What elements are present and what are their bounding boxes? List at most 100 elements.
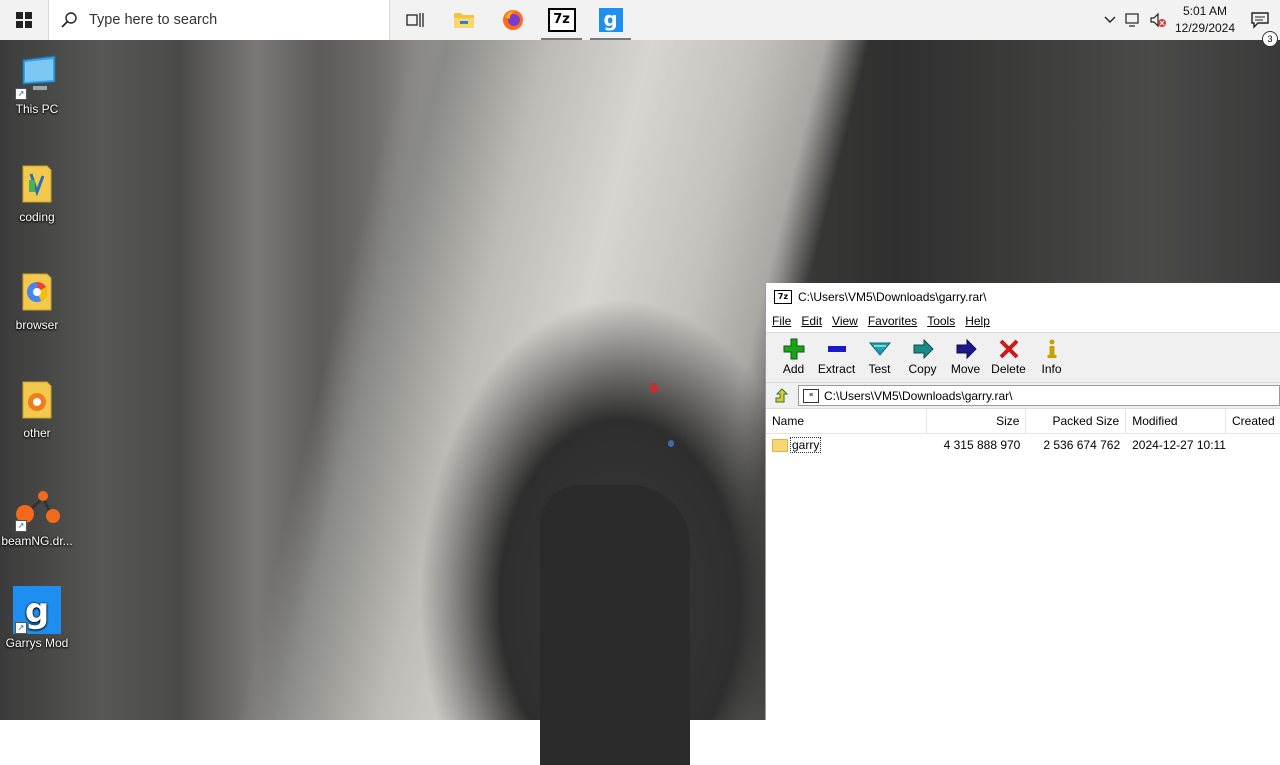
shortcut-arrow-icon: ↗ xyxy=(15,88,27,100)
test-icon xyxy=(868,337,891,361)
menu-edit[interactable]: Edit xyxy=(801,314,822,328)
shortcut-arrow-icon: ↗ xyxy=(15,622,27,634)
clock[interactable]: 5:01 AM 12/29/2024 xyxy=(1170,3,1240,37)
file-created xyxy=(1226,434,1280,456)
add-label: Add xyxy=(782,362,805,376)
system-tray: 5:01 AM 12/29/2024 3 xyxy=(1098,0,1280,47)
info-button[interactable]: Info xyxy=(1030,333,1073,376)
computer-icon: ↗ xyxy=(13,52,61,100)
task-view-icon xyxy=(405,13,424,27)
notification-icon xyxy=(1251,12,1269,29)
clock-date: 12/29/2024 xyxy=(1174,21,1236,35)
wallpaper-climber xyxy=(668,440,674,447)
folder-icon xyxy=(13,376,61,424)
notification-badge: 3 xyxy=(1262,31,1278,47)
desktop-icon-coding[interactable]: coding xyxy=(0,160,74,224)
desktop-icon-beamng[interactable]: ↗ beamNG.dr... xyxy=(0,484,74,548)
taskbar-7zip[interactable]: 7z xyxy=(537,0,586,40)
7zip-icon-text: 7z xyxy=(553,12,570,27)
7zip-window: 7z C:\Users\VM5\Downloads\garry.rar\ Fil… xyxy=(765,283,1280,720)
desktop-icon-this-pc[interactable]: ↗ This PC xyxy=(0,52,74,116)
add-button[interactable]: Add xyxy=(772,333,815,376)
move-icon xyxy=(955,337,977,361)
chevron-up-icon xyxy=(1104,16,1116,23)
up-arrow-icon xyxy=(775,387,789,402)
folder-icon xyxy=(13,160,61,208)
gmod-icon-text: g xyxy=(603,7,618,31)
column-packed-size[interactable]: Packed Size xyxy=(1026,409,1127,433)
desktop-icon-label: coding xyxy=(19,210,55,224)
search-placeholder: Type here to search xyxy=(89,12,218,28)
window-titlebar[interactable]: 7z C:\Users\VM5\Downloads\garry.rar\ xyxy=(766,283,1280,310)
column-modified[interactable]: Modified xyxy=(1126,409,1226,433)
info-icon xyxy=(1041,337,1063,361)
test-button[interactable]: Test xyxy=(858,333,901,376)
menu-help[interactable]: Help xyxy=(965,314,990,328)
window-title: C:\Users\VM5\Downloads\garry.rar\ xyxy=(798,289,987,304)
desktop-icon-label: browser xyxy=(15,318,59,332)
delete-button[interactable]: Delete xyxy=(987,333,1030,376)
menu-view[interactable]: View xyxy=(832,314,858,328)
file-size: 4 315 888 970 xyxy=(943,438,1021,452)
windows-icon xyxy=(16,12,32,28)
up-folder-button[interactable] xyxy=(766,387,798,404)
taskbar: Type here to search 7z g 5:01 AM 12/29/2… xyxy=(0,0,1280,47)
7zip-icon: 7z xyxy=(547,8,576,32)
desktop-icon-browser[interactable]: browser xyxy=(0,268,74,332)
file-list-header: Name Size Packed Size Modified Created xyxy=(766,409,1280,434)
desktop-icon-other[interactable]: other xyxy=(0,376,74,440)
gmod-icon: g ↗ xyxy=(13,586,61,634)
taskbar-search-box[interactable]: Type here to search xyxy=(48,0,390,40)
menu-tools[interactable]: Tools xyxy=(927,314,955,328)
7zip-logo-icon: 7z xyxy=(774,289,792,304)
copy-icon xyxy=(912,337,934,361)
wallpaper-climber xyxy=(650,383,658,393)
gmod-icon: g xyxy=(598,7,623,32)
column-name[interactable]: Name xyxy=(766,409,927,433)
wallpaper-rock xyxy=(540,485,690,765)
column-size[interactable]: Size xyxy=(927,409,1027,433)
desktop-icon-label: Garrys Mod xyxy=(5,636,69,650)
network-icon xyxy=(1125,13,1139,27)
folder-icon xyxy=(13,268,61,316)
menu-favorites[interactable]: Favorites xyxy=(868,314,917,328)
show-hidden-icons-button[interactable] xyxy=(1098,0,1122,40)
file-row[interactable]: garry 4 315 888 970 2 536 674 762 2024-1… xyxy=(766,434,1280,456)
menu-bar: File Edit View Favorites Tools Help xyxy=(766,310,1280,332)
add-icon xyxy=(783,337,805,361)
move-label: Move xyxy=(950,362,981,376)
file-explorer-icon xyxy=(453,13,474,28)
desktop-icon-garrys-mod[interactable]: g ↗ Garrys Mod xyxy=(0,586,74,650)
beamng-icon: ↗ xyxy=(13,484,61,532)
file-name: garry xyxy=(790,437,822,453)
network-button[interactable] xyxy=(1122,0,1146,40)
info-label: Info xyxy=(1041,362,1062,376)
address-row: ≡ C:\Users\VM5\Downloads\garry.rar\ xyxy=(766,383,1280,409)
taskbar-firefox[interactable] xyxy=(488,0,537,40)
extract-button[interactable]: Extract xyxy=(815,333,858,376)
clock-time: 5:01 AM xyxy=(1182,4,1228,18)
delete-icon xyxy=(998,337,1020,361)
firefox-icon xyxy=(502,10,523,30)
svg-text:g: g xyxy=(25,591,49,631)
toolbar: Add Extract Test Copy Move Delete Info xyxy=(766,332,1280,383)
copy-button[interactable]: Copy xyxy=(901,333,944,376)
column-created[interactable]: Created xyxy=(1226,409,1280,433)
search-icon xyxy=(49,12,89,28)
action-center-button[interactable]: 3 xyxy=(1240,11,1280,47)
file-name-cell: garry xyxy=(766,434,927,456)
desktop-icon-label: This PC xyxy=(15,102,59,116)
folder-icon xyxy=(772,439,788,453)
start-button[interactable] xyxy=(0,0,48,40)
address-text: C:\Users\VM5\Downloads\garry.rar\ xyxy=(824,388,1013,403)
move-button[interactable]: Move xyxy=(944,333,987,376)
volume-button[interactable] xyxy=(1146,0,1170,40)
taskbar-file-explorer[interactable] xyxy=(439,0,488,40)
address-bar[interactable]: ≡ C:\Users\VM5\Downloads\garry.rar\ xyxy=(798,385,1280,406)
taskbar-garrys-mod[interactable]: g xyxy=(586,0,635,40)
menu-file[interactable]: File xyxy=(772,314,791,328)
task-view-button[interactable] xyxy=(390,0,439,40)
desktop-icon-label: beamNG.dr... xyxy=(1,534,73,548)
copy-label: Copy xyxy=(908,362,937,376)
extract-label: Extract xyxy=(817,362,856,376)
